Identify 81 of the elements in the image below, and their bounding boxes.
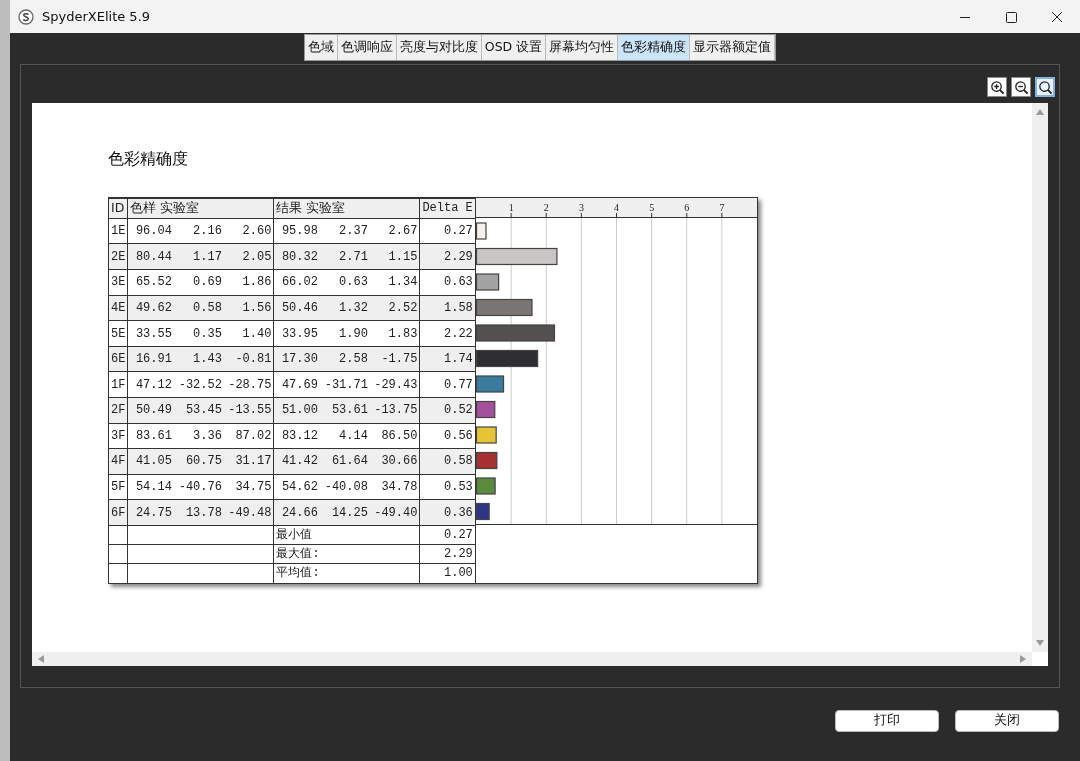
- summary-label: 最大值:: [273, 544, 420, 564]
- table-cell: 24.66: [273, 499, 320, 526]
- axis-tick-label: 6: [684, 201, 690, 213]
- column-header: Delta E: [419, 198, 475, 219]
- table-cell: 51.00: [273, 397, 320, 424]
- table-cell: 53.45: [173, 397, 224, 424]
- table-cell: 0.52: [419, 397, 475, 424]
- table-cell: 2E: [109, 243, 128, 270]
- column-header: 结果 实验室: [273, 198, 420, 219]
- table-cell: 1.15: [369, 243, 420, 270]
- table-cell: 1.74: [419, 346, 475, 372]
- report-title: 色彩精确度: [108, 147, 189, 170]
- window-title: SpyderXElite 5.9: [42, 7, 151, 26]
- table-cell: -0.81: [223, 346, 274, 372]
- table-cell: 4E: [109, 295, 128, 321]
- table-cell: 30.66: [369, 448, 420, 475]
- table-cell: 2.05: [223, 243, 274, 270]
- table-cell: 0.58: [173, 295, 224, 321]
- table-cell: -49.48: [223, 499, 274, 526]
- zoom-in-button[interactable]: [987, 76, 1007, 97]
- table-cell: 2F: [109, 397, 128, 424]
- summary-label: 最小值: [273, 525, 420, 545]
- dialog-button[interactable]: 打印: [835, 709, 939, 732]
- table-cell: 6E: [109, 346, 128, 372]
- scroll-left-icon[interactable]: [38, 654, 44, 663]
- magnifier-button[interactable]: [1035, 76, 1055, 97]
- table-cell: 1.17: [173, 243, 224, 270]
- table-cell: 31.17: [223, 448, 274, 475]
- table-cell: 41.42: [273, 448, 320, 475]
- table-cell: 17.30: [273, 346, 320, 372]
- table-cell: 24.75: [127, 499, 174, 526]
- tab[interactable]: 色彩精确度: [618, 35, 691, 60]
- vertical-scrollbar[interactable]: [1032, 102, 1048, 652]
- table-cell: 14.25: [319, 499, 370, 526]
- table-cell: 2.58: [319, 346, 370, 372]
- scroll-down-icon[interactable]: [1036, 639, 1044, 646]
- axis-tick-label: 1: [508, 201, 514, 213]
- table-cell: 1.32: [319, 295, 370, 321]
- axis-tick-label: 4: [613, 201, 619, 213]
- table-cell: 80.44: [127, 243, 174, 270]
- column-header: ID: [109, 198, 128, 219]
- table-cell: -49.40: [369, 499, 420, 526]
- table-cell: -13.55: [223, 397, 274, 424]
- table-cell: -13.75: [369, 397, 420, 424]
- table-cell: 0.36: [419, 499, 475, 526]
- table-cell: 13.78: [173, 499, 224, 526]
- axis-tick-label: 5: [648, 201, 654, 213]
- table-cell: 6F: [109, 499, 128, 526]
- table-cell: 1.00: [419, 563, 475, 583]
- dialog-button[interactable]: 关闭: [955, 709, 1059, 732]
- table-cell: 4F: [109, 448, 128, 475]
- table-cell: 1.43: [173, 346, 224, 372]
- axis-tick-label: 7: [719, 201, 725, 213]
- table-cell: 16.91: [127, 346, 174, 372]
- table-cell: 50.46: [273, 295, 320, 321]
- table-cell: 1.56: [223, 295, 274, 321]
- table-cell: 80.32: [273, 243, 320, 270]
- axis-tick-label: 2: [543, 201, 549, 213]
- tab[interactable]: 显示器额定值: [690, 35, 776, 60]
- table-cell: 53.61: [319, 397, 370, 424]
- table-cell: 0.58: [419, 448, 475, 475]
- tab[interactable]: 屏幕均匀性: [546, 35, 619, 60]
- table-cell: 0.27: [419, 525, 475, 545]
- column-header: 色样 实验室: [127, 198, 274, 219]
- table-cell: 1.58: [419, 295, 475, 321]
- app-logo-icon: [18, 8, 34, 25]
- table-cell: -1.75: [369, 346, 420, 372]
- zoom-out-button[interactable]: [1011, 76, 1031, 97]
- summary-label: 平均值:: [273, 563, 420, 583]
- table-cell: 61.64: [319, 448, 370, 475]
- scroll-right-icon[interactable]: [1020, 654, 1026, 663]
- table-cell: 2.29: [419, 544, 475, 564]
- axis-tick-label: 3: [578, 201, 584, 213]
- table-cell: 2.71: [319, 243, 370, 270]
- table-cell: 2.52: [369, 295, 420, 321]
- table-cell: 50.49: [127, 397, 174, 424]
- table-cell: 41.05: [127, 448, 174, 475]
- scroll-up-icon[interactable]: [1036, 108, 1044, 115]
- table-cell: 60.75: [173, 448, 224, 475]
- table-cell: 2.29: [419, 243, 475, 270]
- table-cell: 49.62: [127, 295, 174, 321]
